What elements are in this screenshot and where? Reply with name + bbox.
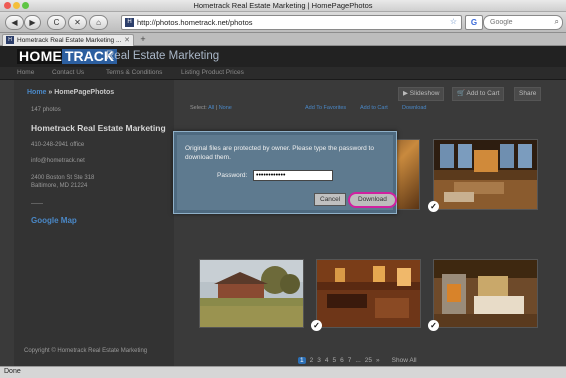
new-tab-button[interactable]: + (136, 34, 150, 44)
password-dialog-body: Original files are protected by owner. P… (177, 135, 397, 210)
page-link[interactable]: 6 (340, 357, 344, 364)
share-button[interactable]: Share (514, 87, 542, 101)
bookmark-star-icon[interactable]: ☆ (450, 17, 457, 26)
tab-bar: H Hometrack Real Estate Marketing ... ✕ + (0, 33, 566, 46)
page-link[interactable]: 7 (348, 357, 352, 364)
site-favicon-icon: H (125, 18, 134, 27)
status-text: Done (4, 368, 21, 375)
breadcrumb: Home » HomePagePhotos (27, 89, 114, 96)
page-link[interactable]: 25 (365, 357, 372, 364)
nav-home[interactable]: Home (17, 69, 34, 76)
logo-home[interactable]: HOME (17, 49, 65, 64)
nav-contact-us[interactable]: Contact Us (52, 69, 84, 76)
close-tab-icon[interactable]: ✕ (124, 35, 130, 46)
stop-button[interactable]: ✕ (68, 15, 87, 30)
copyright-text: Copyright © Hometrack Real Estate Market… (24, 348, 148, 354)
logo-tagline: Real Estate Marketing (106, 50, 220, 62)
site-nav: Home Contact Us Terms & Conditions Listi… (0, 67, 566, 80)
page-link[interactable]: 1 (298, 357, 306, 364)
select-all-link[interactable]: All (208, 105, 214, 111)
tab-favicon-icon: H (6, 36, 14, 45)
slideshow-button[interactable]: ▶ Slideshow (398, 87, 445, 101)
breadcrumb-current: » HomePagePhotos (46, 89, 115, 96)
add-favorites-link[interactable]: Add To Favorites (305, 105, 346, 111)
photo-image (434, 140, 537, 209)
breadcrumb-home[interactable]: Home (27, 89, 46, 96)
next-page-link[interactable]: » (376, 357, 380, 364)
address-line1: 2400 Boston St Ste 318 (31, 175, 95, 181)
photo-thumbnail[interactable] (433, 139, 538, 210)
select-label: Select: (190, 105, 207, 111)
url-text: http://photos.hometrack.net/photos (137, 18, 253, 27)
page-link[interactable]: 2 (310, 357, 314, 364)
show-all-link[interactable]: Show All (392, 357, 417, 364)
photo-image (434, 260, 537, 327)
search-engine-icon[interactable]: G (465, 15, 483, 30)
photo-image (317, 260, 420, 327)
nav-terms[interactable]: Terms & Conditions (106, 69, 162, 76)
password-label: Password: (217, 172, 248, 179)
download-button[interactable]: Download (348, 192, 397, 208)
password-input[interactable] (253, 170, 333, 181)
window-titlebar: Hometrack Real Estate Marketing | HomePa… (0, 0, 566, 12)
dialog-message: Original files are protected by owner. P… (185, 145, 374, 161)
browser-toolbar: ◀ ▶ C ✕ ⌂ H http://photos.hometrack.net/… (0, 12, 566, 33)
add-to-cart-label: Add to Cart (466, 90, 500, 97)
add-cart-link[interactable]: Add to Cart (360, 105, 388, 111)
window-title: Hometrack Real Estate Marketing | HomePa… (193, 1, 373, 10)
pagination: 1 2 3 4 5 6 7... 25 » Show All (298, 357, 421, 366)
status-bar: Done (0, 366, 566, 378)
email-text: info@hometrack.net (31, 158, 85, 164)
back-button[interactable]: ◀ (5, 15, 24, 30)
reload-button[interactable]: C (47, 15, 66, 30)
company-name: Hometrack Real Estate Marketing (31, 123, 166, 133)
photo-thumbnail[interactable] (316, 259, 421, 328)
selected-check-icon[interactable]: ✓ (428, 320, 439, 331)
forward-button[interactable]: ▶ (24, 15, 41, 30)
photo-thumbnail[interactable] (433, 259, 538, 328)
photo-thumbnail[interactable] (199, 259, 304, 328)
page-ellipsis: ... (355, 357, 361, 364)
page-link[interactable]: 5 (333, 357, 337, 364)
cancel-button[interactable]: Cancel (314, 193, 347, 206)
address-bar[interactable]: H http://photos.hometrack.net/photos ☆ (121, 15, 462, 30)
phone-text: 410-248-2941 office (31, 142, 85, 148)
tab-hometrack[interactable]: H Hometrack Real Estate Marketing ... ✕ (2, 34, 134, 46)
page-link[interactable]: 3 (317, 357, 321, 364)
selected-check-icon[interactable]: ✓ (311, 320, 322, 331)
photo-image (200, 260, 303, 327)
address-line2: Baltimore, MD 21224 (31, 183, 88, 189)
select-divider: | (215, 105, 218, 111)
add-to-cart-button[interactable]: 🛒 Add to Cart (452, 87, 505, 101)
select-row: Select: All | None Add To Favorites Add … (190, 105, 535, 115)
google-map-link[interactable]: Google Map (31, 216, 77, 225)
search-input[interactable] (490, 16, 550, 29)
password-dialog: Original files are protected by owner. P… (173, 131, 397, 214)
site-header: HOME TRACK Real Estate Marketing (0, 46, 566, 67)
search-box[interactable]: ⌕ (483, 15, 563, 30)
selected-check-icon[interactable]: ✓ (428, 201, 439, 212)
search-icon[interactable]: ⌕ (555, 17, 559, 27)
photo-count: 147 photos (31, 107, 61, 113)
select-none-link[interactable]: None (219, 105, 232, 111)
page-link[interactable]: 4 (325, 357, 329, 364)
download-link[interactable]: Download (402, 105, 426, 111)
cart-icon: 🛒 (457, 90, 466, 97)
tab-label: Hometrack Real Estate Marketing ... (17, 37, 122, 44)
home-button[interactable]: ⌂ (89, 15, 108, 30)
sidebar-separator: —— (31, 201, 43, 207)
nav-listing-prices[interactable]: Listing Product Prices (181, 69, 244, 76)
